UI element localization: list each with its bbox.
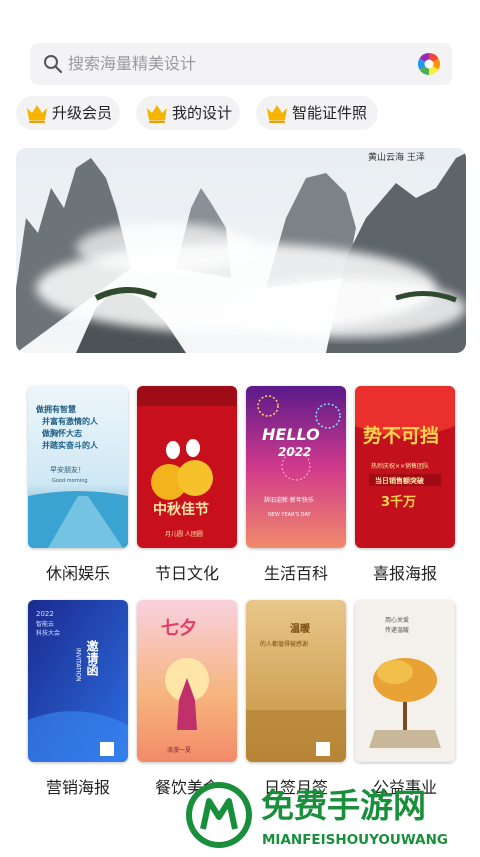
banner-signature: 黄山云海 王泽 [368, 151, 425, 163]
svg-text:的人都值得被感谢: 的人都值得被感谢 [260, 640, 308, 648]
template-card-charity[interactable]: 用心关爱 传递温暖 [355, 600, 455, 762]
svg-text:传递温暖: 传递温暖 [385, 626, 409, 634]
svg-text:2022: 2022 [278, 445, 311, 459]
svg-text:并踏实奋斗的人: 并踏实奋斗的人 [42, 440, 99, 450]
svg-text:并富有激情的人: 并富有激情的人 [42, 416, 99, 426]
svg-text:用心关爱: 用心关爱 [385, 616, 409, 624]
card-image: 2022 智能云 科技大会 邀请函 INVITATION [28, 600, 128, 762]
svg-text:邀请函: 邀请函 [85, 639, 99, 677]
svg-text:温暖: 温暖 [290, 622, 311, 635]
category-label: 休闲娱乐 [45, 564, 110, 583]
svg-text:辞旧迎新·新年快乐: 辞旧迎新·新年快乐 [264, 496, 314, 504]
svg-text:NEW YEAR'S DAY: NEW YEAR'S DAY [268, 512, 311, 518]
svg-text:当日销售额突破: 当日销售额突破 [375, 476, 424, 485]
svg-text:热烈庆祝××销售团队: 热烈庆祝××销售团队 [371, 462, 429, 470]
crown-icon [27, 105, 47, 123]
watermark-logo: 免费手游网 MIANFEISHOUYOUWANG [186, 782, 448, 848]
card-image: HELLO 2022 辞旧迎新·新年快乐 NEW YEAR'S DAY [246, 386, 346, 548]
svg-text:早安朋友！: 早安朋友！ [50, 465, 85, 474]
my-designs-chip[interactable]: 我的设计 [136, 96, 240, 130]
card-image: 七夕 浪漫一夏 [137, 600, 237, 762]
template-card-leisure[interactable]: 做拥有智慧 并富有激情的人 做胸怀大志 并踏实奋斗的人 早安朋友！ Good m… [28, 386, 128, 548]
card-image: 温暖 的人都值得被感谢 [246, 600, 346, 762]
template-card-life[interactable]: HELLO 2022 辞旧迎新·新年快乐 NEW YEAR'S DAY [246, 386, 346, 548]
svg-text:INVITATION: INVITATION [75, 648, 82, 682]
chip-label: 我的设计 [172, 104, 233, 122]
svg-text:月儿圆 人团圆: 月儿圆 人团圆 [165, 531, 203, 538]
color-wheel-icon[interactable] [418, 53, 440, 75]
chip-label: 智能证件照 [292, 104, 368, 122]
template-card-festival[interactable]: 中秋佳节 月儿圆 人团圆 [137, 386, 237, 548]
svg-text:七夕: 七夕 [161, 617, 197, 639]
category-label: 喜报海报 [372, 564, 437, 583]
svg-text:智能云: 智能云 [36, 620, 54, 628]
svg-text:做胸怀大志: 做胸怀大志 [41, 428, 82, 438]
search-placeholder: 搜索海量精美设计 [68, 54, 197, 73]
search-icon [44, 55, 63, 74]
category-label: 营销海报 [45, 778, 110, 797]
svg-text:2022: 2022 [36, 610, 54, 618]
card-image: 用心关爱 传递温暖 [355, 600, 455, 762]
svg-text:3千万: 3千万 [381, 494, 416, 510]
card-image: 做拥有智慧 并富有激情的人 做胸怀大志 并踏实奋斗的人 早安朋友！ Good m… [28, 386, 128, 548]
crown-icon [147, 105, 167, 123]
svg-text:势不可挡: 势不可挡 [363, 424, 439, 447]
template-card-food[interactable]: 七夕 浪漫一夏 [137, 600, 237, 762]
svg-text:做拥有智慧: 做拥有智慧 [35, 404, 76, 414]
category-label: 节日文化 [154, 564, 219, 583]
watermark-title: 免费手游网 [261, 786, 426, 825]
card-image: 势不可挡 热烈庆祝××销售团队 当日销售额突破 3千万 [355, 386, 455, 548]
banner-image: 黄山云海 王泽 [16, 148, 466, 353]
svg-text:Good morning: Good morning [52, 478, 88, 484]
card-image: 中秋佳节 月儿圆 人团圆 [137, 386, 237, 548]
category-label: 生活百科 [263, 564, 328, 583]
watermark-subtitle: MIANFEISHOUYOUWANG [262, 832, 448, 848]
template-card-good-news[interactable]: 势不可挡 热烈庆祝××销售团队 当日销售额突破 3千万 [355, 386, 455, 548]
svg-text:浪漫一夏: 浪漫一夏 [167, 746, 191, 754]
crown-icon [267, 105, 287, 123]
template-card-daily[interactable]: 温暖 的人都值得被感谢 [246, 600, 346, 762]
chip-label: 升级会员 [52, 104, 113, 122]
svg-text:中秋佳节: 中秋佳节 [153, 501, 209, 518]
svg-text:HELLO: HELLO [262, 425, 320, 444]
site-watermark: 免费手游网 MIANFEISHOUYOUWANG [185, 775, 480, 853]
template-card-marketing[interactable]: 2022 智能云 科技大会 邀请函 INVITATION [28, 600, 128, 762]
svg-text:科技大会: 科技大会 [36, 629, 60, 637]
id-photo-chip[interactable]: 智能证件照 [256, 96, 378, 130]
banner-carousel[interactable]: 黄山云海 王泽 [16, 148, 466, 353]
search-bar[interactable]: 搜索海量精美设计 [30, 43, 452, 85]
upgrade-member-chip[interactable]: 升级会员 [16, 96, 120, 130]
